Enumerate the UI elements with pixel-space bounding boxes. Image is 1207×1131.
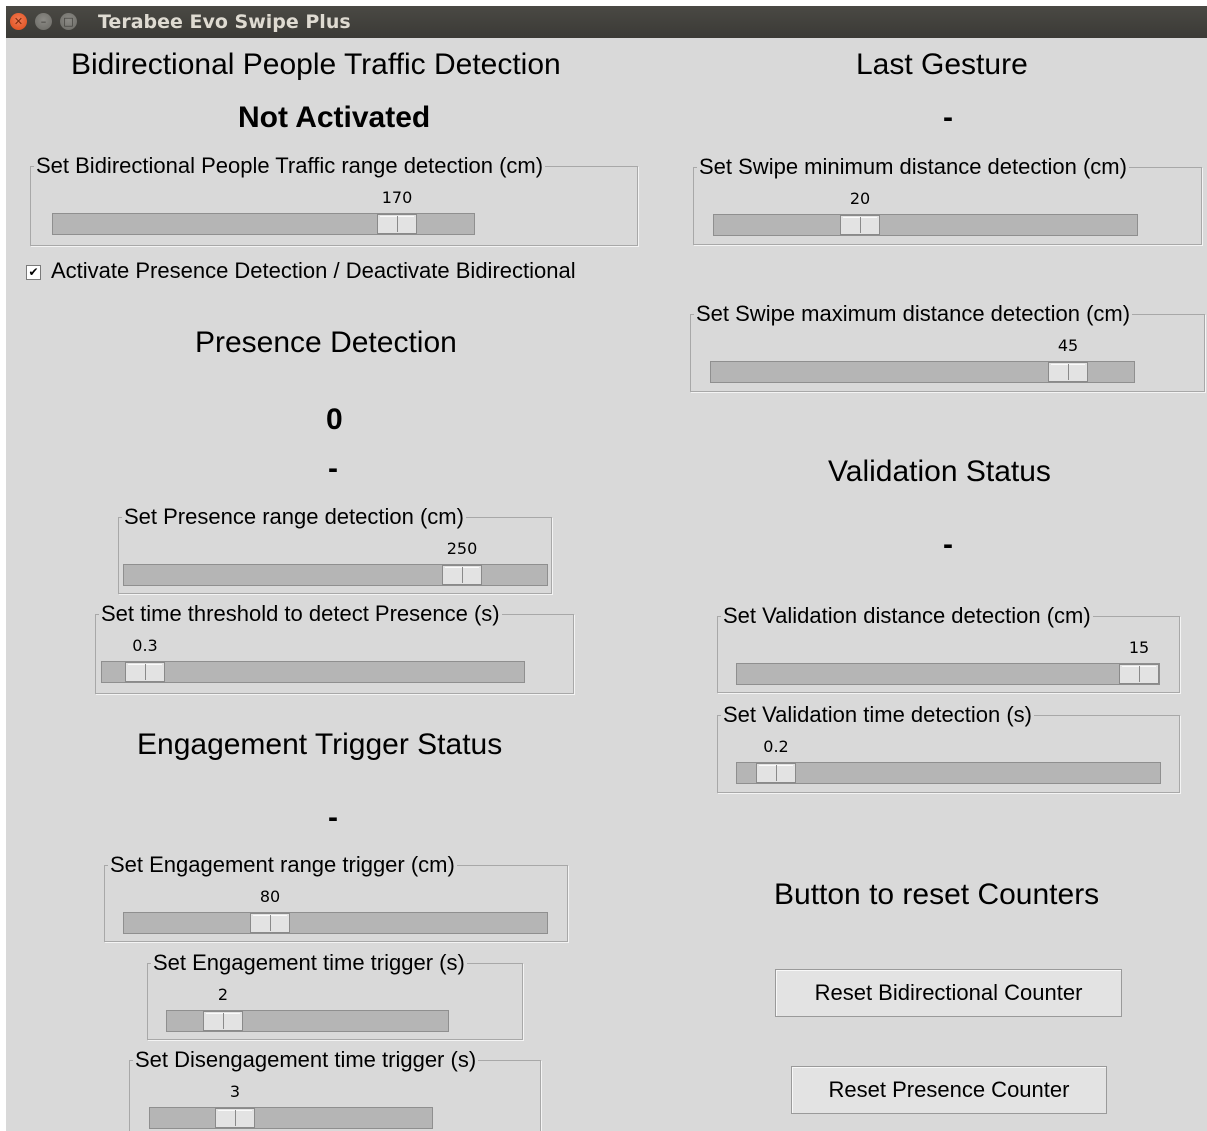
reset-bidirectional-button[interactable]: Reset Bidirectional Counter	[775, 969, 1122, 1017]
presence-mode-checkbox-label: Activate Presence Detection / Deactivate…	[51, 258, 576, 283]
swipe-max-frame: Set Swipe maximum distance detection (cm…	[690, 301, 1205, 392]
slider-value: 2	[217, 985, 229, 1004]
gesture-heading: Last Gesture	[856, 48, 1028, 81]
reset-heading: Button to reset Counters	[774, 878, 1100, 911]
presence-range-caption: Set Presence range detection (cm)	[122, 504, 466, 530]
slider-thumb[interactable]	[1048, 362, 1088, 382]
validation-status: -	[943, 528, 953, 561]
minimize-icon: –	[40, 15, 47, 28]
reset-presence-button[interactable]: Reset Presence Counter	[791, 1066, 1107, 1114]
disengagement-time-caption: Set Disengagement time trigger (s)	[133, 1047, 479, 1073]
slider-trough[interactable]	[736, 762, 1161, 784]
close-icon: ✕	[13, 15, 24, 28]
slider-trough[interactable]	[710, 361, 1135, 383]
slider-value: 0.3	[132, 636, 158, 655]
slider-thumb[interactable]	[840, 215, 880, 235]
slider-value: 80	[259, 887, 281, 906]
slider-thumb[interactable]	[756, 763, 796, 783]
bidirectional-status: Not Activated	[238, 101, 431, 134]
window-title: Terabee Evo Swipe Plus	[98, 11, 351, 33]
slider-thumb[interactable]	[203, 1011, 243, 1031]
slider-trough[interactable]	[123, 912, 548, 934]
slider-value: 170	[381, 188, 413, 207]
bidirectional-range-caption: Set Bidirectional People Traffic range d…	[34, 153, 546, 179]
swipe-min-caption: Set Swipe minimum distance detection (cm…	[697, 154, 1129, 180]
presence-mode-checkbox-row[interactable]: ✔ Activate Presence Detection / Deactivat…	[26, 258, 576, 284]
presence-status: -	[328, 452, 338, 485]
slider-thumb[interactable]	[1119, 664, 1159, 684]
slider-thumb[interactable]	[215, 1108, 255, 1128]
window-minimize-button[interactable]: –	[35, 13, 52, 30]
slider-value: 250	[446, 539, 478, 558]
maximize-icon: □	[63, 15, 74, 28]
swipe-min-frame: Set Swipe minimum distance detection (cm…	[693, 154, 1202, 245]
validation-distance-frame: Set Validation distance detection (cm) 1…	[717, 603, 1180, 693]
presence-heading: Presence Detection	[195, 326, 457, 359]
disengagement-time-frame: Set Disengagement time trigger (s) 3	[129, 1047, 541, 1131]
validation-time-caption: Set Validation time detection (s)	[721, 702, 1034, 728]
slider-trough[interactable]	[166, 1010, 449, 1032]
swipe-max-caption: Set Swipe maximum distance detection (cm…	[694, 301, 1133, 327]
presence-mode-checkbox[interactable]: ✔	[26, 265, 41, 280]
engagement-time-frame: Set Engagement time trigger (s) 2	[147, 950, 523, 1040]
window-close-button[interactable]: ✕	[10, 13, 27, 30]
slider-thumb[interactable]	[442, 565, 482, 585]
slider-value: 20	[849, 189, 871, 208]
validation-distance-caption: Set Validation distance detection (cm)	[721, 603, 1093, 629]
slider-trough[interactable]	[149, 1107, 433, 1129]
slider-trough[interactable]	[123, 564, 548, 586]
engagement-range-frame: Set Engagement range trigger (cm) 80	[104, 852, 568, 942]
slider-value: 0.2	[763, 737, 789, 756]
slider-trough[interactable]	[713, 214, 1138, 236]
bidirectional-heading: Bidirectional People Traffic Detection	[71, 48, 561, 81]
engagement-status: -	[328, 801, 338, 834]
bidirectional-range-frame: Set Bidirectional People Traffic range d…	[30, 153, 638, 246]
slider-trough[interactable]	[101, 661, 525, 683]
validation-time-frame: Set Validation time detection (s) 0.2	[717, 702, 1180, 793]
presence-time-frame: Set time threshold to detect Presence (s…	[95, 601, 574, 694]
slider-value: 15	[1128, 638, 1150, 657]
engagement-range-caption: Set Engagement range trigger (cm)	[108, 852, 457, 878]
slider-value: 45	[1057, 336, 1079, 355]
validation-heading: Validation Status	[828, 455, 1051, 488]
slider-trough[interactable]	[736, 663, 1160, 685]
slider-trough[interactable]	[52, 213, 475, 235]
presence-count: 0	[326, 403, 343, 436]
gesture-status: -	[943, 101, 953, 134]
engagement-time-caption: Set Engagement time trigger (s)	[151, 950, 467, 976]
window-maximize-button[interactable]: □	[60, 13, 77, 30]
app-window: ✕ – □ Terabee Evo Swipe Plus Bidirection…	[6, 6, 1207, 1131]
engagement-heading: Engagement Trigger Status	[137, 728, 503, 761]
title-bar: ✕ – □ Terabee Evo Swipe Plus	[6, 6, 1207, 38]
presence-time-caption: Set time threshold to detect Presence (s…	[99, 601, 502, 627]
slider-thumb[interactable]	[377, 214, 417, 234]
presence-range-frame: Set Presence range detection (cm) 250	[118, 504, 552, 594]
slider-thumb[interactable]	[125, 662, 165, 682]
slider-thumb[interactable]	[250, 913, 290, 933]
slider-value: 3	[229, 1082, 241, 1101]
